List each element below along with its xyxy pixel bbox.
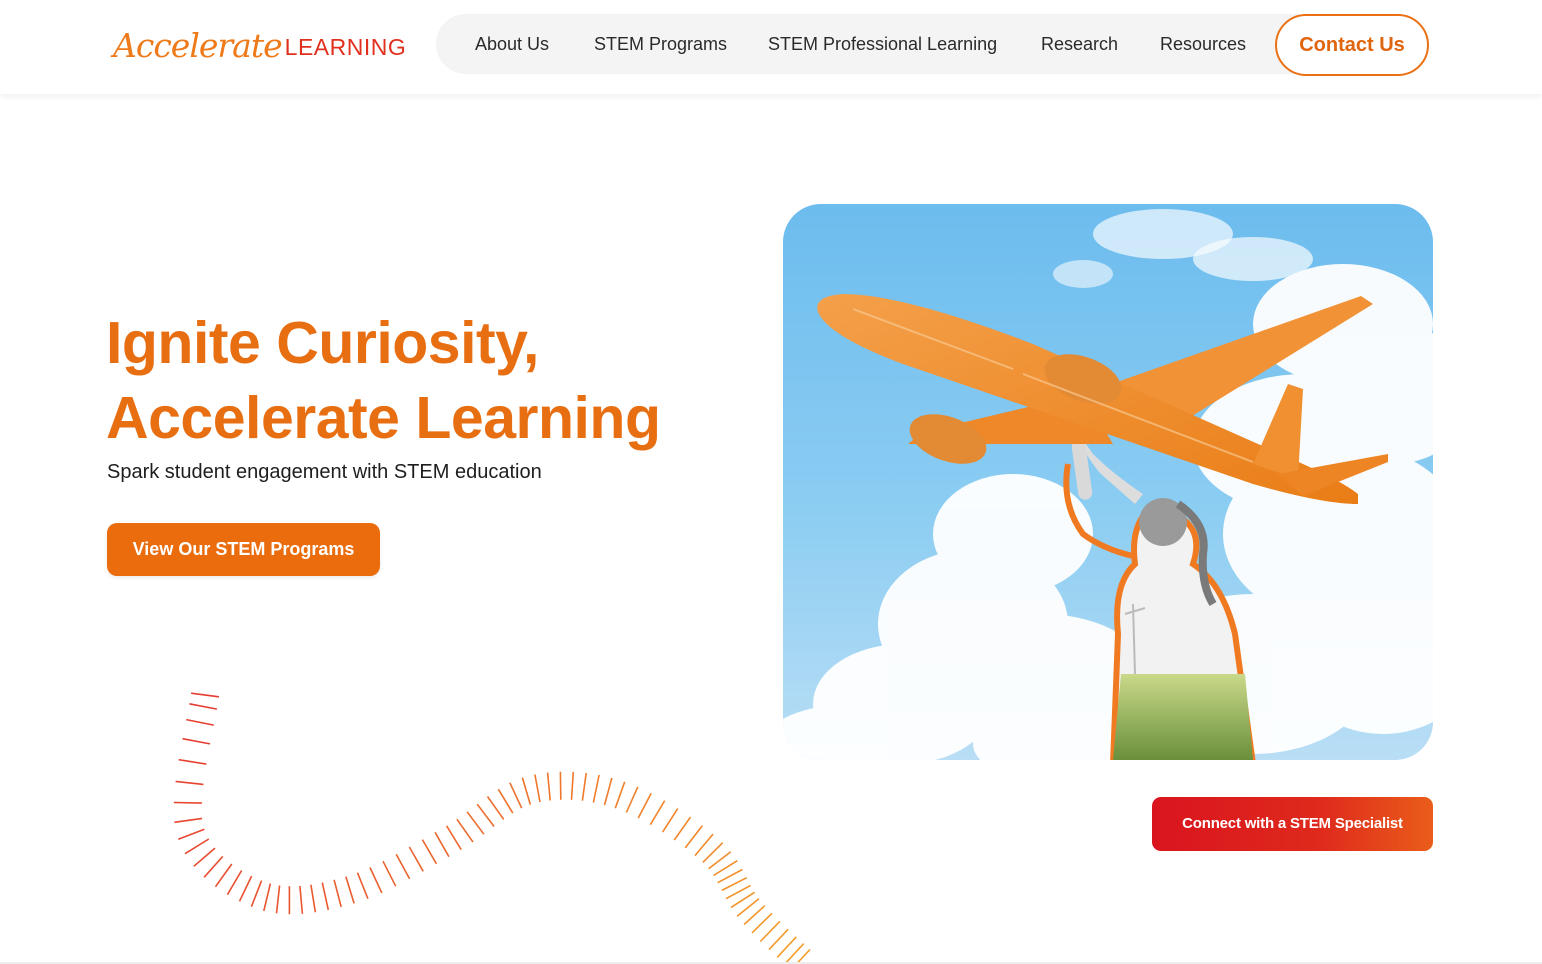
wave-tick (184, 838, 210, 855)
wave-tick (345, 876, 355, 904)
wave-tick (356, 872, 369, 899)
wave-tick (534, 774, 541, 803)
wave-tick (486, 796, 505, 820)
nav-resources[interactable]: Resources (1160, 14, 1246, 74)
wave-tick (649, 800, 666, 826)
wave-tick (175, 780, 204, 786)
wave-tick (445, 825, 462, 851)
tick-wave-decoration (173, 692, 811, 964)
wave-tick (581, 772, 587, 801)
wave-tick (497, 788, 514, 814)
wave-tick (592, 774, 600, 803)
nav-research[interactable]: Research (1041, 14, 1118, 74)
wave-tick (203, 855, 224, 878)
wave-tick (186, 718, 214, 726)
wave-tick (759, 920, 781, 942)
connect-stem-specialist-button[interactable]: Connect with a STEM Specialist (1152, 797, 1433, 851)
wave-tick (238, 875, 253, 902)
wave-tick (321, 882, 330, 911)
girl-launching-airplane-photo (783, 204, 1433, 760)
wave-tick (456, 818, 474, 843)
wave-tick (182, 737, 211, 745)
wave-tick (684, 825, 703, 849)
logo-link[interactable]: Accelerate LEARNING (113, 22, 406, 66)
wave-tick (614, 781, 626, 809)
wave-tick (226, 870, 243, 896)
wave-tick (250, 880, 263, 907)
wave-tick (275, 885, 281, 914)
wave-tick (214, 863, 233, 888)
hero-image (783, 204, 1433, 760)
wave-tick (189, 703, 218, 710)
wave-tick (369, 867, 383, 894)
wave-tick (673, 816, 692, 841)
wave-tick (174, 817, 203, 824)
hero-title-line-2: Accelerate Learning (106, 385, 661, 451)
logo-caps-text: LEARNING (284, 34, 407, 60)
wave-tick (173, 801, 202, 804)
wave-tick (625, 786, 639, 813)
wave-tick (178, 758, 207, 765)
wave-tick (637, 792, 652, 819)
logo-script-text: Accelerate (113, 26, 283, 65)
wave-tick (382, 860, 397, 887)
wave-tick (190, 692, 220, 698)
wave-tick (193, 847, 216, 867)
wave-tick (603, 777, 613, 806)
wave-tick (661, 808, 679, 833)
wave-tick (466, 811, 485, 835)
nav-about-us[interactable]: About Us (475, 14, 549, 74)
nav-stem-programs[interactable]: STEM Programs (594, 14, 727, 74)
wave-tick (546, 772, 551, 801)
view-stem-programs-button[interactable]: View Our STEM Programs (107, 523, 380, 576)
wave-tick (333, 879, 342, 908)
hero-title-line-1: Ignite Curiosity, (106, 310, 539, 376)
wave-tick (521, 777, 532, 805)
wave-tick (570, 771, 575, 800)
wave-tick (310, 884, 317, 913)
hero-title: Ignite Curiosity, Accelerate Learning (106, 306, 661, 456)
wave-tick (408, 846, 424, 872)
contact-us-button[interactable]: Contact Us (1275, 14, 1429, 76)
wave-tick (721, 876, 748, 892)
wave-tick (263, 883, 272, 912)
hero-subtitle: Spark student engagement with STEM educa… (107, 461, 542, 483)
wave-tick (751, 912, 773, 934)
nav-stem-professional-learning[interactable]: STEM Professional Learning (768, 14, 997, 74)
site-header: Accelerate LEARNING About Us STEM Progra… (0, 0, 1542, 94)
wave-tick (694, 833, 714, 857)
wave-tick (178, 828, 205, 841)
wave-tick (434, 831, 450, 858)
wave-tick (299, 885, 304, 914)
wave-tick (509, 782, 523, 809)
wave-tick (395, 853, 411, 880)
wave-tick (768, 928, 789, 951)
wave-tick (476, 803, 495, 827)
wave-tick (421, 839, 438, 865)
